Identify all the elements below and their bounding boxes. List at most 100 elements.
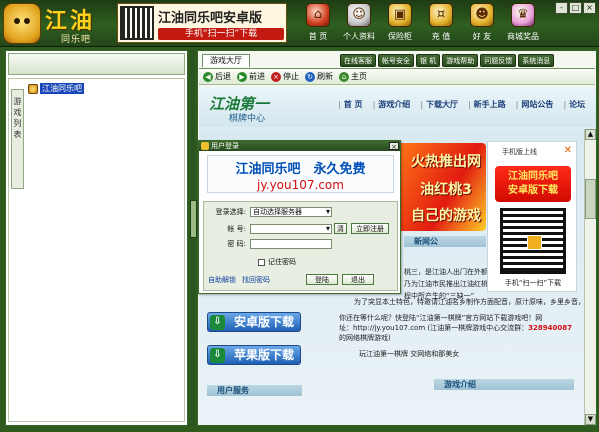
qr-code-icon (500, 208, 566, 274)
clear-account-button[interactable]: 清 (334, 223, 347, 234)
intro-text: 你还在等什么呢？快登陆“江油第一棋牌”官方网站下载游戏吧！网 (339, 314, 543, 322)
nav-friends-button[interactable]: ☻ 好 友 (464, 0, 500, 47)
nav-profile-button[interactable]: ☺ 个人资料 (341, 0, 377, 47)
site-nav-download[interactable]: 下载大厅 (416, 99, 462, 110)
feedback-button[interactable]: 问题反馈 (480, 54, 517, 67)
dialog-close-button[interactable]: × (389, 142, 399, 151)
window-controls: - □ × (554, 2, 596, 14)
nav-label: 商城奖品 (507, 32, 539, 41)
game-list-tab[interactable]: 游戏列表 (11, 89, 24, 189)
crown-icon: ♛ (511, 3, 535, 27)
refresh-icon: ↻ (305, 71, 315, 82)
qr-popup-footer: 手机“扫一扫”下载 (504, 279, 562, 287)
nav-recharge-button[interactable]: ¤ 充 值 (423, 0, 459, 47)
tree-item-jiangyou[interactable]: 江油同乐吧 (28, 83, 84, 94)
online-service-button[interactable]: 在线客服 (340, 54, 376, 67)
maximize-button[interactable]: □ (569, 2, 582, 14)
site-nav-notice[interactable]: 网站公告 (512, 99, 558, 110)
nav-label: 首 页 (308, 32, 328, 41)
nav-home-button[interactable]: ⌂ 首 页 (300, 0, 336, 47)
scroll-up-icon[interactable]: ▲ (585, 129, 596, 140)
register-button[interactable]: 立即注册 (351, 223, 389, 234)
promo-line: 自己的游戏 (411, 208, 481, 224)
home-label: 主页 (351, 72, 367, 81)
logo-subtitle: 同乐吧 (61, 35, 92, 45)
close-button[interactable]: × (583, 2, 596, 14)
site-logo-sub: 棋牌中心 (229, 114, 266, 124)
minimize-button[interactable]: - (555, 2, 568, 14)
back-button[interactable]: ◀ 后退 (203, 71, 231, 82)
intro-text: 玩江油第一棋牌 交网络和那美女 (359, 350, 460, 358)
scroll-thumb[interactable] (585, 179, 596, 219)
game-tree: 游戏列表 江油同乐吧 (8, 78, 185, 422)
site-header: 江油第一 棋牌中心 首 页 游戏介绍 下载大厅 新手上路 网站公告 论坛 (199, 87, 596, 127)
home-icon: ⌂ (339, 71, 349, 82)
site-nav-games[interactable]: 游戏介绍 (369, 99, 415, 110)
account-field[interactable] (250, 223, 332, 234)
nav-mall-button[interactable]: ♛ 商城奖品 (505, 0, 541, 47)
qq-group-number: 328940087 (528, 324, 572, 332)
qr-code-icon (120, 6, 154, 40)
exit-button[interactable]: 退出 (342, 274, 374, 285)
intro-text: 为了突显本土特色，特邀请江油名乡制作方面配音，原汁原味，乡里乡音， (354, 298, 585, 306)
password-field[interactable] (250, 239, 332, 249)
left-panel-header (8, 53, 185, 75)
panel-splitter[interactable] (190, 50, 197, 426)
nav-label: 保险柜 (388, 32, 412, 41)
app-logo: 江油 同乐吧 (3, 3, 109, 45)
action-row: 自助解锁 找回密码 登陆 退出 (208, 274, 374, 285)
bank-button[interactable]: 银 机 (416, 54, 441, 67)
forward-button[interactable]: ▶ 前进 (237, 71, 265, 82)
site-nav-beginner[interactable]: 新手上路 (464, 99, 510, 110)
nav-label: 个人资料 (343, 32, 375, 41)
account-security-button[interactable]: 帐号安全 (378, 54, 414, 67)
server-select[interactable]: 自动选择服务器 (250, 207, 332, 217)
site-url[interactable]: 址：http://jy.you107.com (339, 324, 425, 332)
forward-label: 前进 (249, 72, 265, 81)
promo-line: 火热推出网 (411, 154, 481, 170)
qr-popup-title: 江油同乐吧 安卓版下载 (495, 166, 571, 202)
tree-item-label: 江油同乐吧 (40, 83, 84, 94)
site-nav-home[interactable]: 首 页 (334, 99, 367, 110)
stop-button[interactable]: × 停止 (271, 71, 299, 82)
game-help-button[interactable]: 游戏帮助 (442, 54, 479, 67)
back-label: 后退 (215, 72, 231, 81)
coins-icon: ¤ (429, 3, 453, 27)
password-label: 密 码: (227, 240, 246, 248)
qr-title-line: 安卓版下载 (508, 185, 558, 196)
promo-banner[interactable]: 火热推出网 油红桃3 自己的游戏 (396, 143, 486, 231)
android-download-banner[interactable]: 江油同乐吧安卓版 手机“扫一扫”下载 (117, 3, 287, 43)
game-intro-header: 游戏介绍 (434, 379, 574, 390)
login-button[interactable]: 登陆 (306, 274, 338, 285)
system-message-button[interactable]: 系统消息 (518, 54, 555, 67)
android-download-button[interactable]: ⇩ 安卓版下载 (207, 312, 301, 332)
remember-label: 记住密码 (268, 258, 296, 266)
close-icon[interactable]: ✕ (564, 145, 572, 156)
dialog-titlebar: 用户登录 × (199, 141, 400, 151)
slogan-url: jy.you107.com (257, 178, 344, 192)
intro-text: 的网络棋牌游戏) (339, 334, 391, 342)
tool-buttons: 在线客服 帐号安全 银 机 游戏帮助 问题反馈 系统消息 (338, 54, 555, 67)
refresh-button[interactable]: ↻ 刷新 (305, 71, 333, 82)
cat-icon (28, 83, 38, 94)
nav-safe-button[interactable]: ▣ 保险柜 (382, 0, 418, 47)
tab-game-hall[interactable]: 游戏大厅 (202, 54, 250, 67)
browser-toolbar: ◀ 后退 ▶ 前进 × 停止 ↻ 刷新 ⌂ 主页 (199, 68, 595, 85)
stop-icon: × (271, 71, 281, 82)
news-section-header: 新闻公 (404, 236, 486, 247)
left-panel: 游戏列表 江油同乐吧 (5, 50, 188, 426)
web-scrollbar[interactable]: ▲ ▼ (584, 129, 596, 425)
site-nav-forum[interactable]: 论坛 (559, 99, 589, 110)
news-text: 桃三，是江油人出门在外额 (404, 268, 488, 276)
recover-password-link[interactable]: 找回密码 (242, 275, 270, 285)
remember-checkbox[interactable] (258, 258, 265, 266)
unlock-link[interactable]: 自助解锁 (208, 275, 236, 285)
account-row: 帐 号: 清 立即注册 (208, 223, 389, 234)
slogan-text: 江油同乐吧 永久免费 (235, 162, 366, 177)
arrow-down-icon: ⇩ (210, 348, 225, 363)
scroll-down-icon[interactable]: ▼ (585, 414, 596, 425)
site-nav: 首 页 游戏介绍 下载大厅 新手上路 网站公告 论坛 (334, 99, 591, 110)
home-page-button[interactable]: ⌂ 主页 (339, 71, 367, 82)
friends-icon: ☻ (470, 3, 494, 27)
apple-download-button[interactable]: ⇩ 苹果版下载 (207, 345, 301, 365)
